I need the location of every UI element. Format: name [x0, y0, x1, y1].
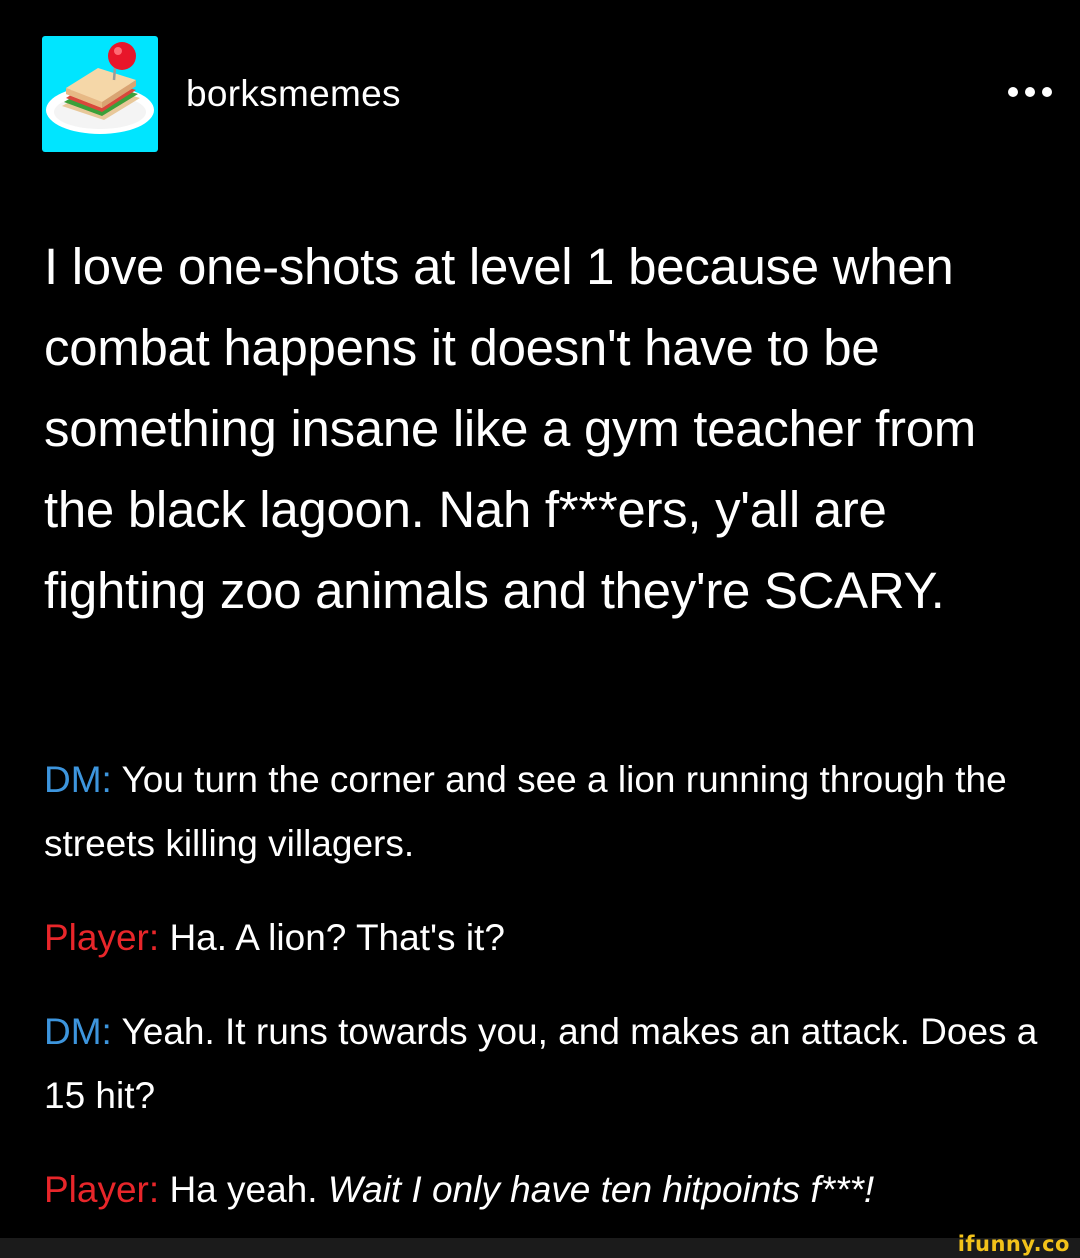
- dialogue-text: You turn the corner and see a lion runni…: [44, 759, 1007, 864]
- post-header: borksmemes: [42, 36, 1052, 152]
- speaker-label: Player:: [44, 917, 160, 958]
- speaker-label: DM:: [44, 1011, 112, 1052]
- dialogue-italic-text: Wait I only have ten hitpoints f***!: [327, 1169, 875, 1210]
- dialogue-text: Ha. A lion? That's it?: [169, 917, 505, 958]
- dialogue: DM: You turn the corner and see a lion r…: [44, 748, 1054, 1222]
- dialogue-line-player: Player: Ha. A lion? That's it?: [44, 906, 1054, 970]
- watermark: ifunny.co: [957, 1232, 1070, 1256]
- post-title: I love one-shots at level 1 because when…: [44, 238, 976, 619]
- dialogue-text: Yeah. It runs towards you, and makes an …: [44, 1011, 1038, 1116]
- speaker-label: Player:: [44, 1169, 160, 1210]
- dialogue-line-dm: DM: You turn the corner and see a lion r…: [44, 748, 1054, 876]
- dialogue-line-player: Player: Ha yeah. Wait I only have ten hi…: [44, 1158, 1054, 1222]
- username[interactable]: borksmemes: [186, 72, 401, 116]
- sandwich-plate-icon: [42, 36, 158, 152]
- avatar[interactable]: [42, 36, 158, 152]
- dialogue-text: Ha yeah.: [169, 1169, 318, 1210]
- dialogue-line-dm: DM: Yeah. It runs towards you, and makes…: [44, 1000, 1054, 1128]
- ellipsis-icon[interactable]: [1008, 82, 1052, 102]
- speaker-label: DM:: [44, 759, 112, 800]
- footer-bar: [0, 1238, 1080, 1258]
